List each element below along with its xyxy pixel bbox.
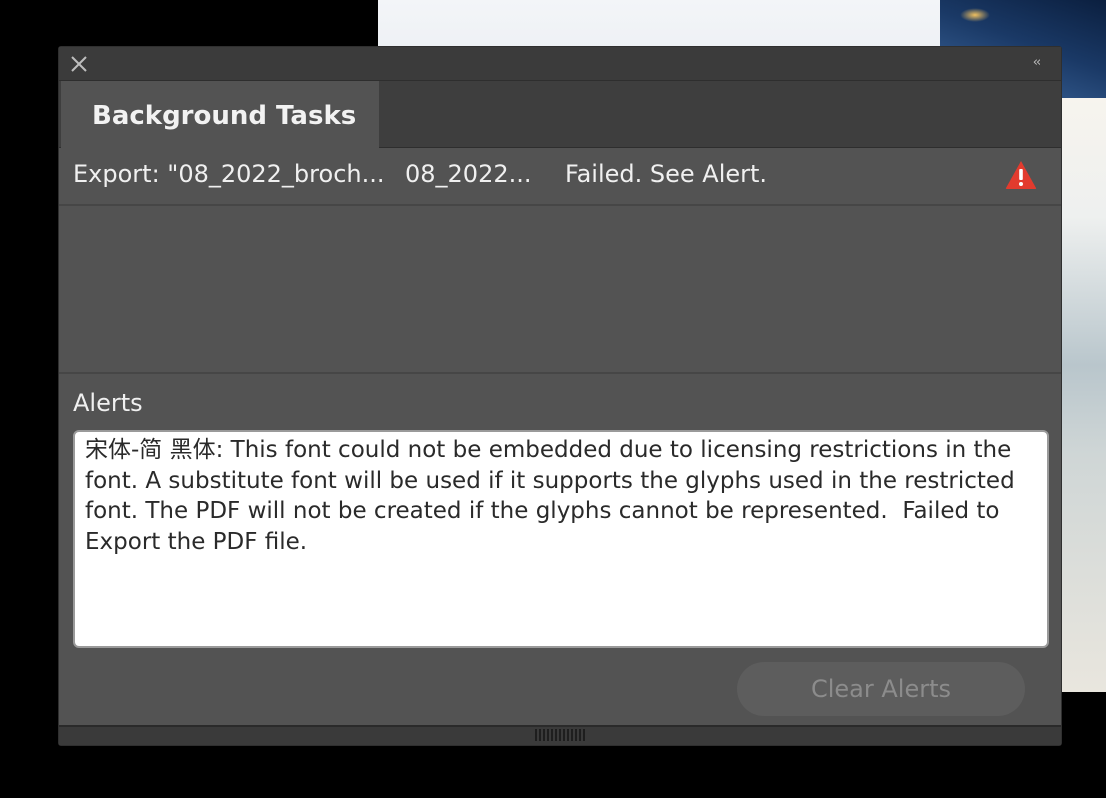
task-name: Export: "08_2022_broch... (73, 160, 385, 188)
task-document: 08_2022... (405, 160, 532, 188)
background-tasks-panel: ‹‹ Background Tasks Export: "08_2022_bro… (58, 46, 1062, 746)
tab-strip: Background Tasks (59, 81, 1061, 148)
photo-highlight (960, 8, 990, 22)
collapse-icon[interactable]: ‹‹ (1027, 55, 1045, 71)
document-page-edge (1060, 98, 1106, 692)
panel-titlebar[interactable]: ‹‹ (59, 47, 1061, 81)
screen: ‹‹ Background Tasks Export: "08_2022_bro… (0, 0, 1106, 798)
alerts-heading: Alerts (73, 389, 143, 417)
alerts-text-area[interactable]: 宋体-简 黑体: This font could not be embedded… (73, 430, 1049, 648)
warning-icon[interactable] (1005, 160, 1037, 190)
panel-footer (59, 725, 1061, 745)
resize-grip-icon[interactable] (535, 729, 585, 741)
task-status: Failed. See Alert. (565, 160, 768, 188)
tab-background-tasks[interactable]: Background Tasks (61, 81, 379, 148)
task-list-empty-area (59, 206, 1061, 374)
close-icon[interactable] (69, 54, 89, 74)
task-row[interactable]: Export: "08_2022_broch... 08_2022... Fai… (59, 148, 1061, 206)
clear-alerts-button[interactable]: Clear Alerts (737, 662, 1025, 716)
